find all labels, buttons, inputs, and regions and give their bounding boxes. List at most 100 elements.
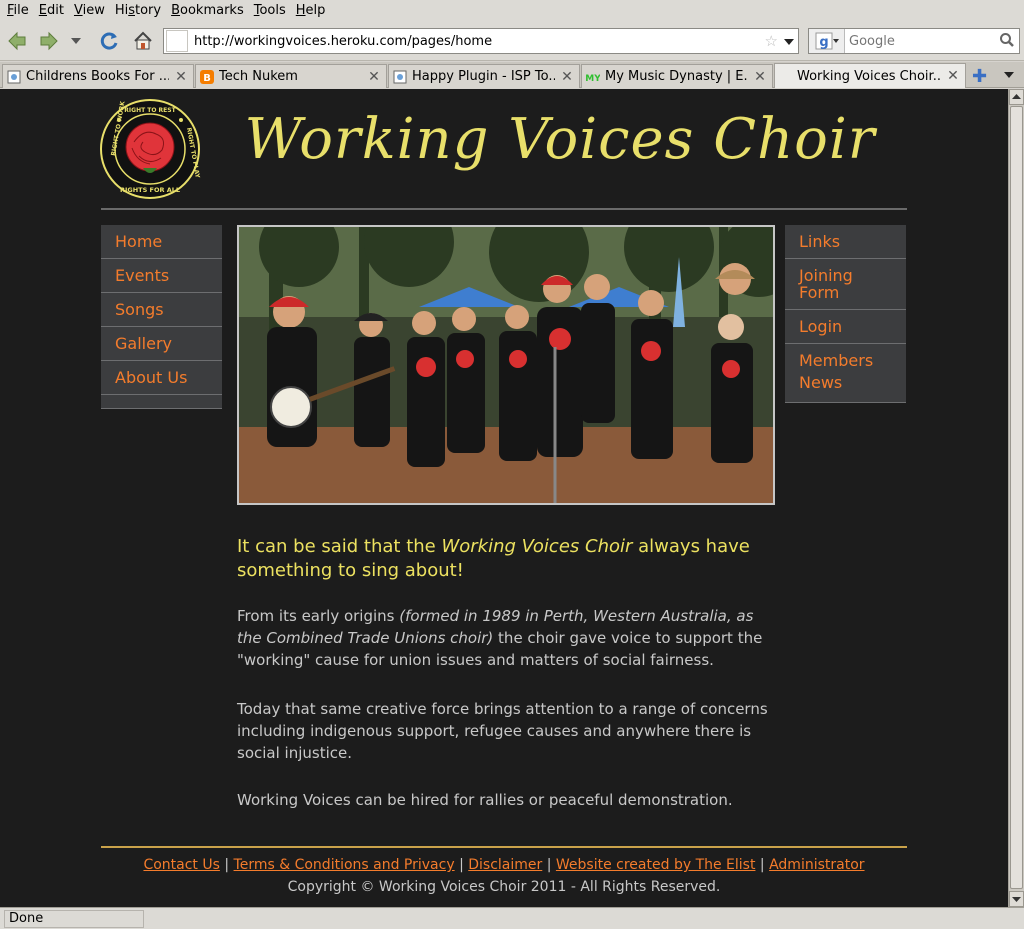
chevron-up-icon — [1012, 94, 1021, 99]
address-bar[interactable]: http://workingvoices.heroku.com/pages/ho… — [163, 28, 799, 54]
nav-about-us[interactable]: About Us — [101, 361, 222, 395]
footer-administrator[interactable]: Administrator — [769, 857, 864, 873]
scroll-thumb[interactable] — [1010, 106, 1023, 889]
close-icon[interactable]: ✕ — [560, 70, 574, 84]
site-favicon-icon — [166, 30, 188, 52]
intro-choir-name: Working Voices Choir — [441, 536, 633, 557]
nav-gallery[interactable]: Gallery — [101, 327, 222, 361]
reload-icon — [100, 32, 118, 50]
choir-photo-illustration — [239, 227, 773, 503]
menu-tools[interactable]: Tools — [249, 3, 291, 18]
menu-help-rest: elp — [305, 3, 326, 18]
menu-tools-rest: ools — [259, 3, 286, 18]
p1-text-a: From its early origins — [237, 607, 400, 625]
menu-help[interactable]: Help — [291, 3, 331, 18]
footer-disclaimer[interactable]: Disclaimer — [468, 857, 542, 873]
search-box[interactable]: g — [808, 28, 1020, 54]
menu-file[interactable]: File — [2, 3, 34, 18]
svg-text:MY: MY — [586, 74, 600, 84]
scroll-up-button[interactable] — [1009, 89, 1024, 105]
nav-songs[interactable]: Songs — [101, 293, 222, 327]
menu-bookmarks-rest: ookmarks — [180, 3, 244, 18]
choir-photo — [237, 225, 775, 505]
menu-file-rest: ile — [13, 3, 29, 18]
mission-paragraph: Today that same creative force brings at… — [237, 700, 768, 762]
footer-contact-us[interactable]: Contact Us — [143, 857, 219, 873]
nav-login[interactable]: Login — [785, 310, 906, 344]
tab-happy-plugin[interactable]: Happy Plugin - ISP To... ✕ — [388, 64, 580, 88]
chevron-down-icon — [71, 38, 81, 44]
tab-label: Working Voices Choir... — [797, 68, 941, 84]
forward-button[interactable] — [36, 28, 62, 54]
url-text[interactable]: http://workingvoices.heroku.com/pages/ho… — [194, 34, 492, 49]
close-icon[interactable]: ✕ — [174, 70, 188, 84]
tab-label: My Music Dynasty | E... — [605, 69, 748, 84]
menu-edit-rest: dit — [47, 3, 64, 18]
right-navigation: Links Joining Form Login Members News — [785, 225, 906, 403]
menu-history-rest: tory — [135, 3, 162, 18]
nav-links[interactable]: Links — [785, 225, 906, 259]
scroll-down-button[interactable] — [1009, 891, 1024, 907]
tab-working-voices[interactable]: Working Voices Choir... ✕ — [774, 63, 966, 88]
hire-paragraph: Working Voices can be hired for rallies … — [237, 791, 733, 809]
close-icon[interactable]: ✕ — [946, 69, 960, 83]
footer-links: Contact Us | Terms & Conditions and Priv… — [143, 857, 865, 873]
nav-members-news[interactable]: Members News — [785, 344, 906, 403]
menu-edit[interactable]: Edit — [34, 3, 69, 18]
chevron-down-icon — [1012, 897, 1021, 902]
search-input[interactable] — [849, 33, 999, 49]
back-arrow-icon — [8, 31, 26, 51]
bookmark-star-icon[interactable]: ☆ — [765, 32, 778, 50]
menu-history[interactable]: History — [110, 3, 166, 18]
close-icon[interactable]: ✕ — [753, 70, 767, 84]
site-title: Working Voices Choir — [244, 107, 876, 172]
url-dropdown-icon[interactable] — [784, 39, 794, 45]
google-icon: g — [815, 32, 839, 50]
reload-button[interactable] — [96, 28, 122, 54]
page-viewport: RIGHT TO REST RIGHT TO WORK RIGHT TO PLA… — [0, 89, 1008, 907]
tab-my-music-dynasty[interactable]: MY My Music Dynasty | E... ✕ — [581, 64, 773, 88]
svg-text:RIGHTS FOR ALL: RIGHTS FOR ALL — [120, 186, 180, 194]
tab-childrens-books[interactable]: Childrens Books For ... ✕ — [2, 64, 194, 88]
menu-view-rest: iew — [82, 3, 105, 18]
new-tab-icon[interactable]: ✚ — [972, 66, 987, 87]
home-button[interactable] — [130, 28, 156, 54]
tab-bar: Childrens Books For ... ✕ B Tech Nukem ✕… — [0, 62, 1024, 88]
page-icon — [7, 70, 21, 83]
page-icon — [393, 70, 407, 83]
status-text: Done — [4, 909, 144, 928]
svg-text:B: B — [203, 73, 211, 84]
vertical-scrollbar[interactable] — [1008, 89, 1024, 907]
back-button[interactable] — [4, 28, 30, 54]
history-dropdown[interactable] — [66, 28, 86, 54]
footer-website-credit[interactable]: Website created by The Elist — [556, 857, 756, 873]
nav-joining-form[interactable]: Joining Form — [785, 259, 906, 310]
tab-list-icon[interactable] — [1004, 72, 1014, 78]
svg-text:RIGHT TO REST: RIGHT TO REST — [124, 107, 176, 114]
tab-label: Childrens Books For ... — [26, 69, 169, 84]
forward-arrow-icon — [40, 31, 58, 51]
close-icon[interactable]: ✕ — [367, 70, 381, 84]
search-engine-selector[interactable]: g — [809, 29, 845, 53]
home-icon — [134, 31, 152, 50]
tab-label: Tech Nukem — [219, 69, 298, 84]
footer-divider — [101, 846, 907, 848]
menu-bookmarks[interactable]: Bookmarks — [166, 3, 249, 18]
nav-home[interactable]: Home — [101, 225, 222, 259]
search-magnifier-icon[interactable] — [999, 32, 1015, 52]
nav-events[interactable]: Events — [101, 259, 222, 293]
choir-logo: RIGHT TO REST RIGHT TO WORK RIGHT TO PLA… — [100, 99, 201, 199]
nav-left-spacer — [101, 395, 222, 409]
tab-tech-nukem[interactable]: B Tech Nukem ✕ — [195, 64, 387, 88]
menu-bar: File Edit View History Bookmarks Tools H… — [0, 0, 1024, 21]
svg-text:g: g — [819, 35, 828, 50]
copyright: Copyright © Working Voices Choir 2011 - … — [287, 879, 721, 895]
intro-heading: It can be said that the Working Voices C… — [237, 535, 777, 583]
menu-view[interactable]: View — [69, 3, 110, 18]
footer-terms[interactable]: Terms & Conditions and Privacy — [234, 857, 455, 873]
blogger-icon: B — [200, 69, 214, 84]
history-paragraph: From its early origins (formed in 1989 i… — [237, 605, 777, 671]
my-icon: MY — [586, 74, 600, 84]
tab-label: Happy Plugin - ISP To... — [412, 69, 555, 84]
intro-text-a: It can be said that the — [237, 536, 442, 557]
